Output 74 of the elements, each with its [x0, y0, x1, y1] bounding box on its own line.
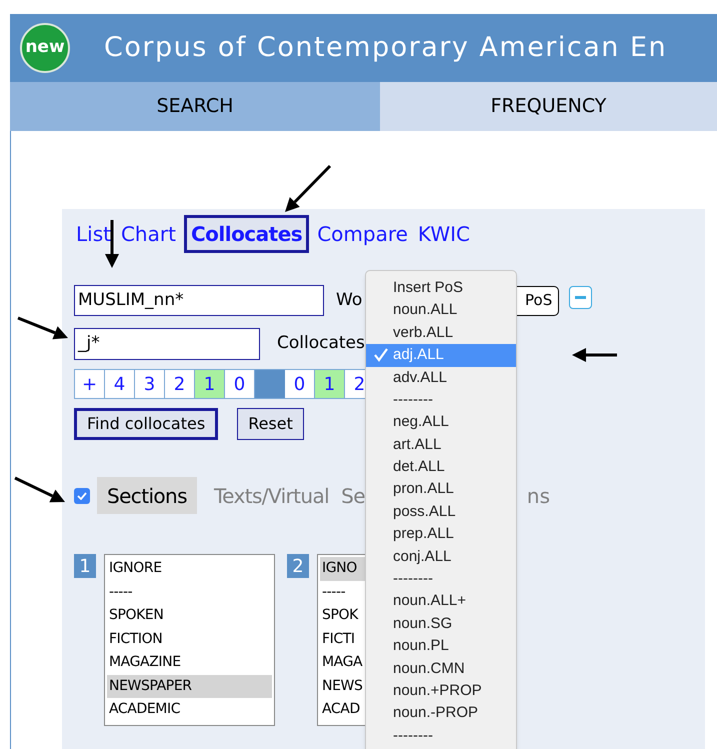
menu-option[interactable]: pron.ALL [366, 478, 516, 501]
checkmark-icon [374, 348, 388, 362]
menu-option-label: noun.SG [393, 614, 452, 634]
checkmark-icon [77, 492, 87, 500]
section-tab-partial: ns [526, 482, 550, 510]
menu-option-label: noun.PL [393, 636, 449, 656]
span-cell[interactable]: 0 [225, 370, 255, 398]
menu-option[interactable]: prep.ALL [366, 523, 516, 546]
menu-option-label: det.ALL [393, 457, 445, 478]
section-list[interactable]: IGNORE ----- SPOKEN FICTION MAGAZINE NEWSPAPER ACADEMIC [104, 554, 275, 726]
menu-option-label: -------- [393, 569, 433, 590]
arrow-icon [14, 476, 65, 502]
mode-link[interactable]: Collocates [184, 215, 310, 253]
collocates-input[interactable]: _j* [74, 328, 260, 360]
sections-checkbox[interactable] [74, 488, 90, 504]
arrow-icon [17, 316, 68, 340]
menu-option[interactable]: -------- [366, 724, 516, 748]
menu-option[interactable]: neg.ALL [366, 411, 516, 434]
list-number: 2 [287, 554, 309, 578]
mode-link[interactable]: KWIC [416, 219, 472, 249]
span-cell[interactable]: 3 [135, 370, 165, 398]
menu-option-label: neg.ALL [393, 412, 449, 432]
arrow-icon [285, 164, 332, 212]
span-cell[interactable]: 1 [195, 370, 225, 398]
list-option[interactable]: SPOKEN [107, 604, 272, 628]
span-cell[interactable]: 1 [315, 370, 345, 398]
menu-option-label: art.ALL [393, 434, 442, 455]
menu-option-label: prep.ALL [393, 524, 454, 544]
arrow-icon [572, 348, 617, 362]
menu-option-label: conj.ALL [393, 546, 452, 567]
span-cell[interactable]: + [75, 370, 105, 398]
span-cell[interactable]: 0 [285, 370, 315, 398]
menu-option[interactable]: verb.ALL [366, 322, 516, 344]
menu-option-label: noun.ALL+ [393, 591, 466, 612]
list-option[interactable]: MAGAZINE [107, 651, 272, 674]
list-option[interactable]: NEWSPAPER [107, 674, 272, 698]
list-option[interactable]: ACADEMIC [107, 698, 272, 722]
collocates-label: Collocates [277, 332, 365, 356]
mode-link[interactable]: Compare [315, 219, 410, 249]
site-title: Corpus of Contemporary American En [104, 30, 668, 65]
reset-button[interactable]: Reset [237, 408, 304, 440]
mode-link[interactable]: List [74, 219, 113, 249]
menu-option-label: poss.ALL [393, 502, 456, 522]
find-collocates-button[interactable]: Find collocates [74, 408, 218, 440]
remove-button[interactable] [569, 286, 592, 309]
section-tab-partial: Se [341, 482, 365, 510]
menu-option-label: noun.+PROP [393, 680, 482, 701]
word-label: Wo [336, 288, 362, 312]
nav-tab[interactable]: FREQUENCY [380, 82, 717, 131]
menu-option-label: Insert PoS [393, 278, 464, 298]
list-option[interactable]: IGNORE [107, 557, 272, 580]
menu-option-label: verb.ALL [393, 322, 454, 343]
menu-option-label: noun.ALL [393, 300, 458, 320]
menu-option[interactable]: det.ALL [366, 456, 516, 479]
menu-option-label: pron.ALL [393, 479, 454, 500]
menu-option-label: noun.CMN [393, 658, 465, 679]
span-cell[interactable]: 2 [165, 370, 195, 398]
minus-icon [575, 296, 586, 299]
new-badge: new [20, 23, 70, 73]
menu-option[interactable]: poss.ALL [366, 500, 516, 524]
menu-option-label: adj.ALL [393, 345, 444, 366]
word-input[interactable]: MUSLIM_nn* [74, 285, 324, 316]
nav-tab[interactable]: SEARCH [10, 82, 380, 131]
menu-option[interactable]: art.ALL [366, 434, 516, 456]
mode-link[interactable]: Chart [118, 219, 178, 249]
list-option[interactable]: FICTION [107, 628, 272, 651]
menu-option-label: -------- [393, 726, 433, 746]
menu-option-label: noun.-PROP [393, 703, 478, 724]
list-option[interactable]: ----- [107, 580, 272, 604]
span-cell[interactable]: 4 [105, 370, 135, 398]
menu-option-label: adv.ALL [393, 368, 447, 388]
menu-option-label: -------- [393, 390, 433, 410]
section-tab[interactable]: Sections [97, 477, 197, 514]
list-number: 1 [74, 554, 96, 578]
